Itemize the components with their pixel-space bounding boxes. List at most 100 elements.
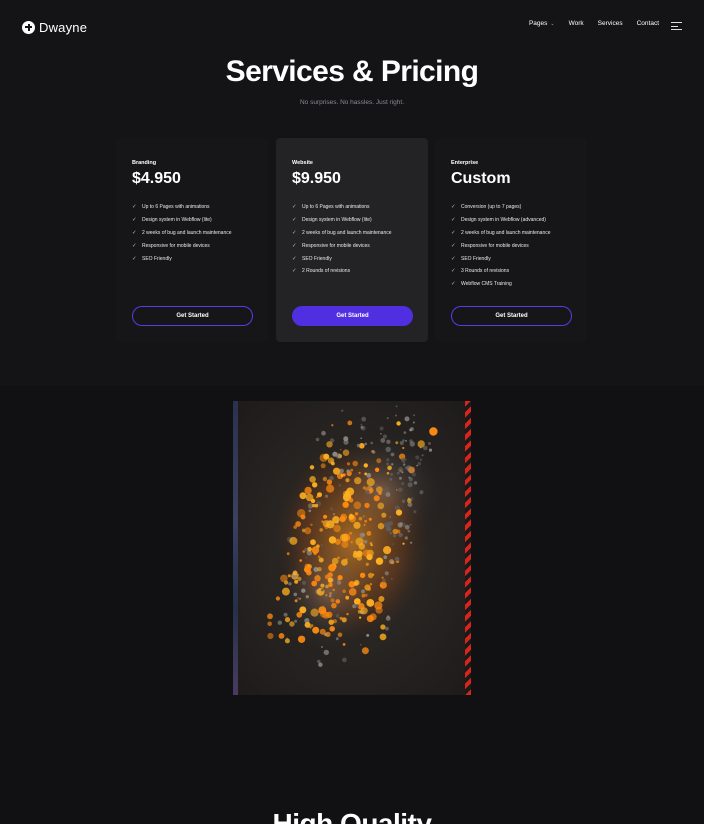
particle [389, 477, 393, 481]
particle [385, 446, 391, 453]
particle [372, 450, 376, 454]
particle [409, 523, 412, 526]
particle [407, 529, 411, 533]
particle [305, 557, 308, 559]
feature-item: ✓ Up to 6 Pages with animations [132, 204, 210, 211]
particle [366, 478, 375, 487]
get-started-button[interactable]: Get Started [451, 306, 572, 326]
get-started-button[interactable]: Get Started [292, 306, 413, 326]
particle [352, 604, 357, 609]
particle [402, 446, 405, 450]
particle [294, 619, 298, 623]
get-started-button[interactable]: Get Started [132, 306, 253, 326]
particle [316, 495, 319, 499]
particle [311, 546, 320, 554]
particle [366, 599, 375, 607]
menu-icon[interactable] [671, 22, 682, 30]
particle [395, 414, 398, 417]
particle [356, 555, 362, 561]
check-icon: ✓ [132, 242, 137, 249]
particle [359, 572, 366, 578]
feature-item: ✓ SEO Friendly [132, 255, 172, 262]
check-icon: ✓ [451, 204, 456, 211]
feature-item: ✓ Responsive for mobile devices [292, 242, 370, 249]
particle [341, 617, 347, 623]
particle [330, 598, 335, 603]
particle [364, 593, 368, 597]
showcase-image [233, 401, 471, 695]
particle [348, 498, 354, 503]
particle [366, 633, 370, 637]
logo[interactable]: Dwayne [22, 18, 87, 36]
particle [392, 534, 397, 538]
particle [364, 519, 368, 523]
nav-item-services[interactable]: Services [598, 20, 623, 27]
particle [323, 649, 329, 656]
particle [314, 575, 321, 582]
particle [342, 589, 346, 593]
particle [359, 643, 362, 646]
page-subtitle: No surprises. No hassles. Just right. [299, 99, 405, 106]
particle [331, 424, 334, 427]
check-icon: ✓ [451, 229, 456, 236]
check-icon: ✓ [451, 242, 456, 249]
nav-item-label: Pages [528, 20, 548, 27]
particle [345, 595, 350, 600]
particle [301, 580, 307, 585]
particle [370, 441, 373, 445]
particle [386, 458, 390, 462]
particle [317, 567, 322, 572]
particle [356, 443, 361, 448]
check-icon: ✓ [132, 229, 137, 236]
particle [390, 560, 395, 565]
particle [355, 537, 364, 546]
particle [289, 536, 298, 545]
particle [401, 471, 404, 474]
particle-render-image [233, 401, 471, 695]
particle [318, 662, 323, 667]
particle [360, 607, 368, 615]
particle [333, 591, 336, 594]
feature-item: ✓ 3 Rounds of revisions [451, 268, 510, 275]
particle [289, 621, 295, 627]
particle [284, 617, 291, 623]
pricing-card-enterprise: Enterprise Custom ✓ Conversion (up to 7 p… [435, 138, 587, 342]
particle [376, 458, 382, 464]
particle [383, 546, 392, 555]
feature-item: ✓ Design system in Webflow (lite) [292, 217, 372, 224]
feature-item: ✓ SEO Friendly [292, 255, 332, 262]
particle [335, 599, 341, 604]
particle [401, 522, 406, 527]
particle [407, 482, 413, 488]
particle [380, 438, 386, 443]
nav-links: Pages ⌄ Work Services Contact [529, 20, 659, 27]
particle [330, 507, 333, 511]
particle [403, 463, 406, 466]
particle [360, 437, 362, 439]
feature-item: ✓ Responsive for mobile devices [132, 242, 210, 249]
particle [385, 492, 391, 497]
plus-circle-icon [22, 20, 35, 34]
particle [363, 539, 368, 544]
particle [411, 472, 416, 477]
particle [366, 473, 372, 478]
particle [284, 638, 290, 644]
particle [329, 592, 332, 595]
hazard-stripe [465, 401, 471, 695]
particle [354, 512, 359, 516]
particle [328, 582, 333, 588]
particle [395, 441, 399, 445]
particle [341, 559, 348, 566]
particle [297, 635, 306, 643]
particle [413, 414, 416, 417]
nav-item-pages[interactable]: Pages ⌄ [529, 20, 555, 27]
particle [395, 509, 403, 516]
nav-item-work[interactable]: Work [569, 20, 584, 27]
feature-list: ✓ Up to 6 Pages with animations ✓ Design s… [292, 201, 392, 278]
nav-item-contact[interactable]: Contact [637, 20, 659, 27]
check-icon: ✓ [292, 204, 297, 211]
left-color-edge [233, 401, 238, 695]
particle [350, 468, 354, 472]
particle [340, 533, 348, 542]
feature-item: ✓ Design system in Webflow (advanced) [451, 217, 546, 224]
